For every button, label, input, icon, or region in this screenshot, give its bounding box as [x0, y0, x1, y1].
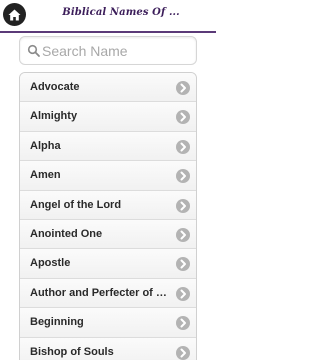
list-item[interactable]: Almighty: [20, 102, 196, 132]
list-item-label: Angel of the Lord: [30, 198, 122, 211]
list-item[interactable]: Alpha: [20, 131, 196, 162]
chevron-right-icon: [176, 316, 190, 331]
list-item-label: Anointed One: [30, 227, 103, 240]
chevron-right-icon: [176, 257, 190, 272]
chevron-right-icon: [176, 81, 190, 95]
search-bar[interactable]: [19, 36, 197, 65]
home-icon: [8, 9, 21, 21]
list-item[interactable]: Anointed One: [20, 219, 196, 250]
list-item-label: Alpha: [30, 139, 61, 152]
chevron-right-icon: [176, 345, 190, 360]
header-divider: [0, 31, 216, 33]
search-icon: [27, 44, 41, 58]
list-item-label: Advocate: [30, 81, 80, 93]
chevron-right-icon: [176, 286, 190, 301]
chevron-right-icon: [176, 169, 190, 184]
list-item-label: Beginning: [30, 316, 84, 329]
chevron-right-icon: [176, 139, 190, 154]
search-input[interactable]: [42, 40, 192, 62]
list-item-label: Bishop of Souls: [30, 345, 114, 358]
list-item[interactable]: Angel of the Lord: [20, 190, 196, 220]
home-button[interactable]: [3, 3, 26, 26]
app-title: Biblical Names Of ...: [62, 7, 180, 18]
list-item[interactable]: Apostle: [20, 249, 196, 279]
list-item-label: Author and Perfecter of ou...: [30, 286, 172, 299]
chevron-right-icon: [176, 227, 190, 242]
names-list: Advocate Almighty Alpha Amen Angel of th…: [19, 72, 197, 360]
list-item[interactable]: Bishop of Souls: [20, 337, 196, 360]
top-bar: Biblical Names Of ...: [0, 0, 216, 32]
list-item[interactable]: Beginning: [20, 308, 196, 338]
list-item-label: Amen: [30, 169, 61, 182]
list-item[interactable]: Advocate: [20, 73, 196, 103]
list-item[interactable]: Amen: [20, 161, 196, 191]
list-item-label: Apostle: [30, 257, 71, 270]
list-item-label: Almighty: [30, 110, 78, 123]
chevron-right-icon: [176, 198, 190, 213]
chevron-right-icon: [176, 110, 190, 125]
list-item[interactable]: Author and Perfecter of ou...: [20, 278, 196, 309]
